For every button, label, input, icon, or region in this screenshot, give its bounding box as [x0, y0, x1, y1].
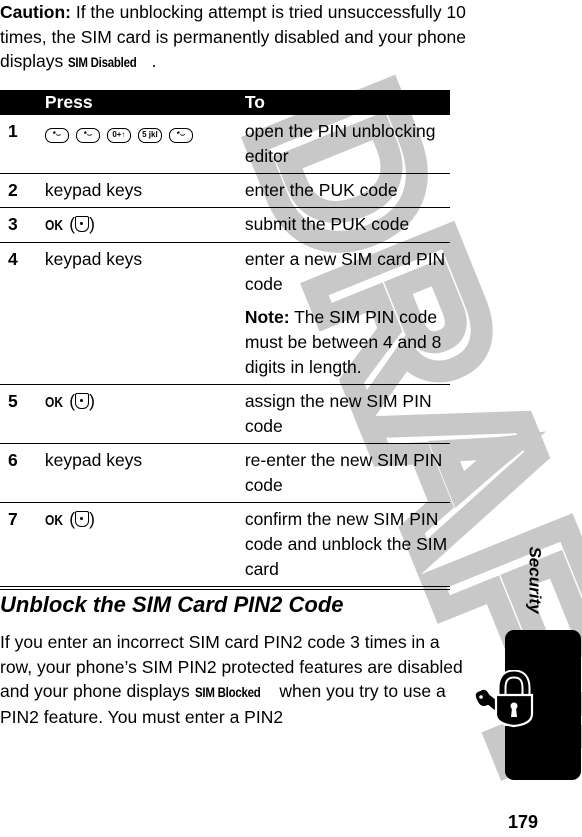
step-number: 1 — [0, 115, 45, 174]
caution-end: . — [151, 51, 157, 71]
step-to: open the PIN unblocking editor — [244, 115, 450, 174]
step-number: 5 — [0, 384, 45, 444]
step-number: 4 — [0, 242, 45, 385]
ok-softkey-label: OK — [44, 512, 63, 529]
table-row: 7 OK () confirm the new SIM PIN code and… — [0, 502, 450, 590]
step-press: keypad keys — [44, 443, 245, 503]
caution-paragraph: Caution: If the unblocking attempt is tr… — [0, 0, 470, 75]
note-label: Note: — [244, 307, 290, 327]
step-press: keypad keys — [44, 173, 245, 208]
step-press: OK () — [44, 502, 245, 590]
table-row: 4 keypad keys enter a new SIM card PIN c… — [0, 242, 450, 385]
section-heading: Unblock the SIM Card PIN2 Code — [0, 592, 344, 617]
star-key-icon: *⌣ — [44, 127, 69, 143]
step-number: 2 — [0, 173, 45, 208]
step-to: confirm the new SIM PIN code and unblock… — [244, 502, 450, 590]
step-number: 3 — [0, 207, 45, 243]
step-press: OK () — [44, 384, 245, 444]
center-select-key-icon — [75, 216, 90, 232]
display-text-sim-blocked: SIM Blocked — [194, 684, 261, 700]
star-key-icon: *⌣ — [168, 127, 193, 143]
center-select-key-icon — [75, 511, 90, 527]
step-press: OK () — [44, 207, 245, 243]
step-press: *⌣ *⌣ 0+↑ 5 jkl *⌣ — [44, 115, 245, 174]
step-to: enter the PUK code — [244, 173, 450, 208]
ok-softkey-label: OK — [44, 394, 63, 411]
header-to: To — [244, 90, 450, 115]
note: Note: The SIM PIN code must be between 4… — [245, 305, 450, 380]
lock-and-key-icon — [473, 670, 534, 728]
key-sequence: *⌣ *⌣ 0+↑ 5 jkl *⌣ — [44, 127, 193, 143]
five-key-icon: 5 jkl — [137, 127, 162, 143]
chapter-title: Security — [505, 540, 565, 620]
display-text-sim-disabled: SIM Disabled — [68, 54, 137, 70]
star-key-icon: *⌣ — [75, 127, 100, 143]
page-number: 179 — [508, 812, 539, 832]
table-header-row: Press To — [0, 90, 450, 115]
zero-key-icon: 0+↑ — [106, 127, 131, 143]
table-row: 6 keypad keys re-enter the new SIM PIN c… — [0, 443, 450, 503]
step-to: assign the new SIM PIN code — [244, 384, 450, 444]
header-press: Press — [44, 90, 245, 115]
step-number: 7 — [0, 502, 45, 590]
table-row: 2 keypad keys enter the PUK code — [0, 173, 450, 208]
table-row: 1 *⌣ *⌣ 0+↑ 5 jkl *⌣ open the PIN unbloc… — [0, 115, 450, 174]
ok-softkey-label: OK — [44, 217, 63, 234]
steps-table: Press To 1 *⌣ *⌣ 0+↑ 5 jkl *⌣ open the P… — [0, 90, 450, 590]
step-press: keypad keys — [44, 242, 245, 385]
caution-label: Caution: — [0, 2, 71, 22]
section-paragraph: If you enter an incorrect SIM card PIN2 … — [0, 630, 475, 729]
step-number: 6 — [0, 443, 45, 503]
step-to: submit the PUK code — [244, 207, 450, 243]
table-row: 3 OK () submit the PUK code — [0, 207, 450, 243]
step-to: re-enter the new SIM PIN code — [244, 443, 450, 503]
table-row: 5 OK () assign the new SIM PIN code — [0, 384, 450, 444]
center-select-key-icon — [75, 393, 90, 409]
step-to-text: enter a new SIM card PIN code — [244, 249, 446, 294]
step-to: enter a new SIM card PIN code Note: The … — [244, 242, 450, 385]
chapter-title-text: Security — [526, 546, 545, 614]
header-num — [0, 90, 45, 115]
